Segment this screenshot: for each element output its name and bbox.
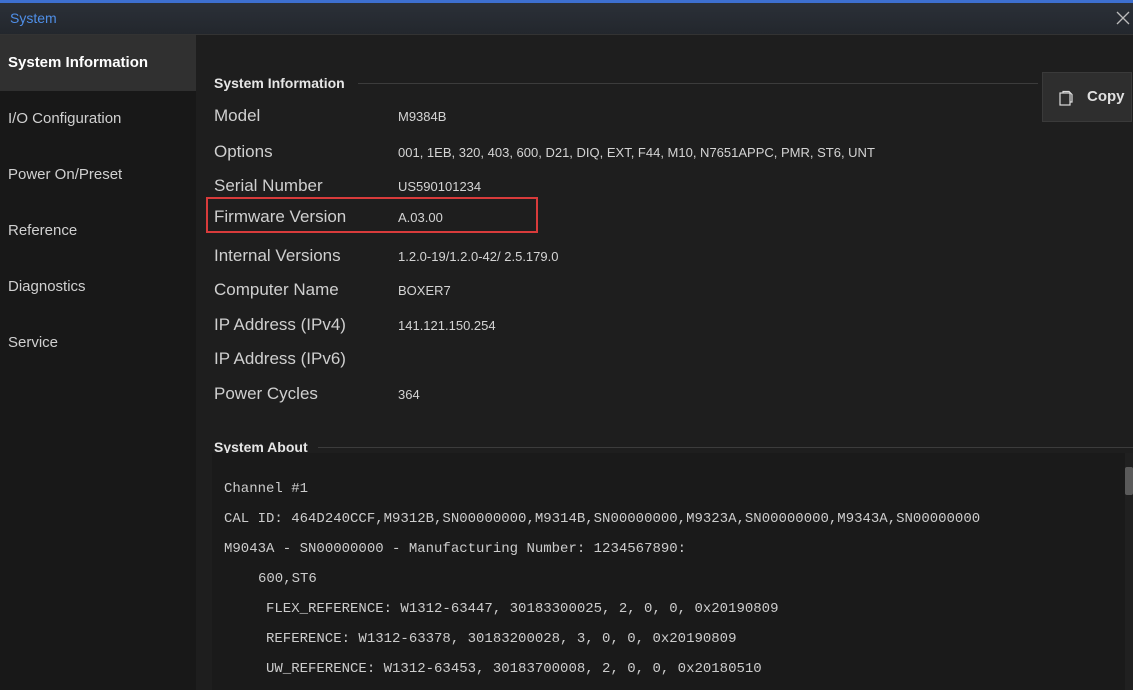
info-label: IP Address (IPv4) xyxy=(214,315,346,334)
info-label: Serial Number xyxy=(214,176,323,195)
copy-label: Copy xyxy=(1087,88,1125,105)
sidebar-item-system-information[interactable]: System Information xyxy=(0,35,196,91)
sidebar-item-power-on-preset[interactable]: Power On/Preset xyxy=(0,147,196,203)
main-panel: System Information Copy Model M9384B Opt… xyxy=(196,35,1133,690)
about-line: Channel #1 xyxy=(224,481,309,497)
sidebar: System Information I/O Configuration Pow… xyxy=(0,35,196,690)
section-divider xyxy=(318,447,1133,448)
title-bar: System xyxy=(0,3,1133,35)
about-line: CAL ID: 464D240CCF,M9312B,SN00000000,M93… xyxy=(224,511,981,527)
about-line: REFERENCE: W1312-63378, 30183200028, 3, … xyxy=(266,631,737,647)
info-label: Computer Name xyxy=(214,280,339,299)
window-title: System xyxy=(10,10,57,26)
info-row-model: Model M9384B xyxy=(214,106,1114,128)
system-information-header: System Information xyxy=(214,75,345,91)
about-line: M9043A - SN00000000 - Manufacturing Numb… xyxy=(224,541,687,557)
info-value: US590101234 xyxy=(398,179,482,194)
copy-icon xyxy=(1059,90,1073,106)
info-value: 001, 1EB, 320, 403, 600, D21, DIQ, EXT, … xyxy=(398,145,875,160)
scrollbar[interactable] xyxy=(1125,453,1133,690)
info-label: Internal Versions xyxy=(214,246,341,265)
about-line: UW_REFERENCE: W1312-63453, 30183700008, … xyxy=(266,661,762,677)
info-row-internal-versions: Internal Versions 1.2.0-19/1.2.0-42/ 2.5… xyxy=(214,246,1114,268)
info-row-computer-name: Computer Name BOXER7 xyxy=(214,280,1114,302)
info-value: 364 xyxy=(398,387,420,402)
firmware-version-highlight xyxy=(206,197,538,233)
sidebar-item-service[interactable]: Service xyxy=(0,315,196,371)
scrollbar-thumb[interactable] xyxy=(1125,467,1133,495)
info-value: 1.2.0-19/1.2.0-42/ 2.5.179.0 xyxy=(398,249,559,264)
info-row-ipv6: IP Address (IPv6) xyxy=(214,349,1114,371)
info-label: Power Cycles xyxy=(214,384,318,403)
info-row-power-cycles: Power Cycles 364 xyxy=(214,384,1114,406)
info-row-ipv4: IP Address (IPv4) 141.121.150.254 xyxy=(214,315,1114,337)
info-value: M9384B xyxy=(398,109,447,124)
info-value: BOXER7 xyxy=(398,283,451,298)
sidebar-item-io-configuration[interactable]: I/O Configuration xyxy=(0,91,196,147)
section-divider xyxy=(358,83,1038,84)
info-label: Options xyxy=(214,142,273,161)
info-value: 141.121.150.254 xyxy=(398,318,496,333)
info-label: IP Address (IPv6) xyxy=(214,349,346,368)
system-about-textbox[interactable]: Channel #1 CAL ID: 464D240CCF,M9312B,SN0… xyxy=(212,453,1133,690)
about-line: FLEX_REFERENCE: W1312-63447, 30183300025… xyxy=(266,601,779,617)
info-label: Model xyxy=(214,106,261,125)
info-row-serial-number: Serial Number US590101234 xyxy=(214,176,1114,198)
close-icon xyxy=(1116,11,1130,25)
close-button[interactable] xyxy=(1109,5,1133,31)
about-line: 600,ST6 xyxy=(258,571,317,587)
sidebar-item-diagnostics[interactable]: Diagnostics xyxy=(0,259,196,315)
sidebar-item-reference[interactable]: Reference xyxy=(0,203,196,259)
info-row-options: Options 001, 1EB, 320, 403, 600, D21, DI… xyxy=(214,142,1114,164)
